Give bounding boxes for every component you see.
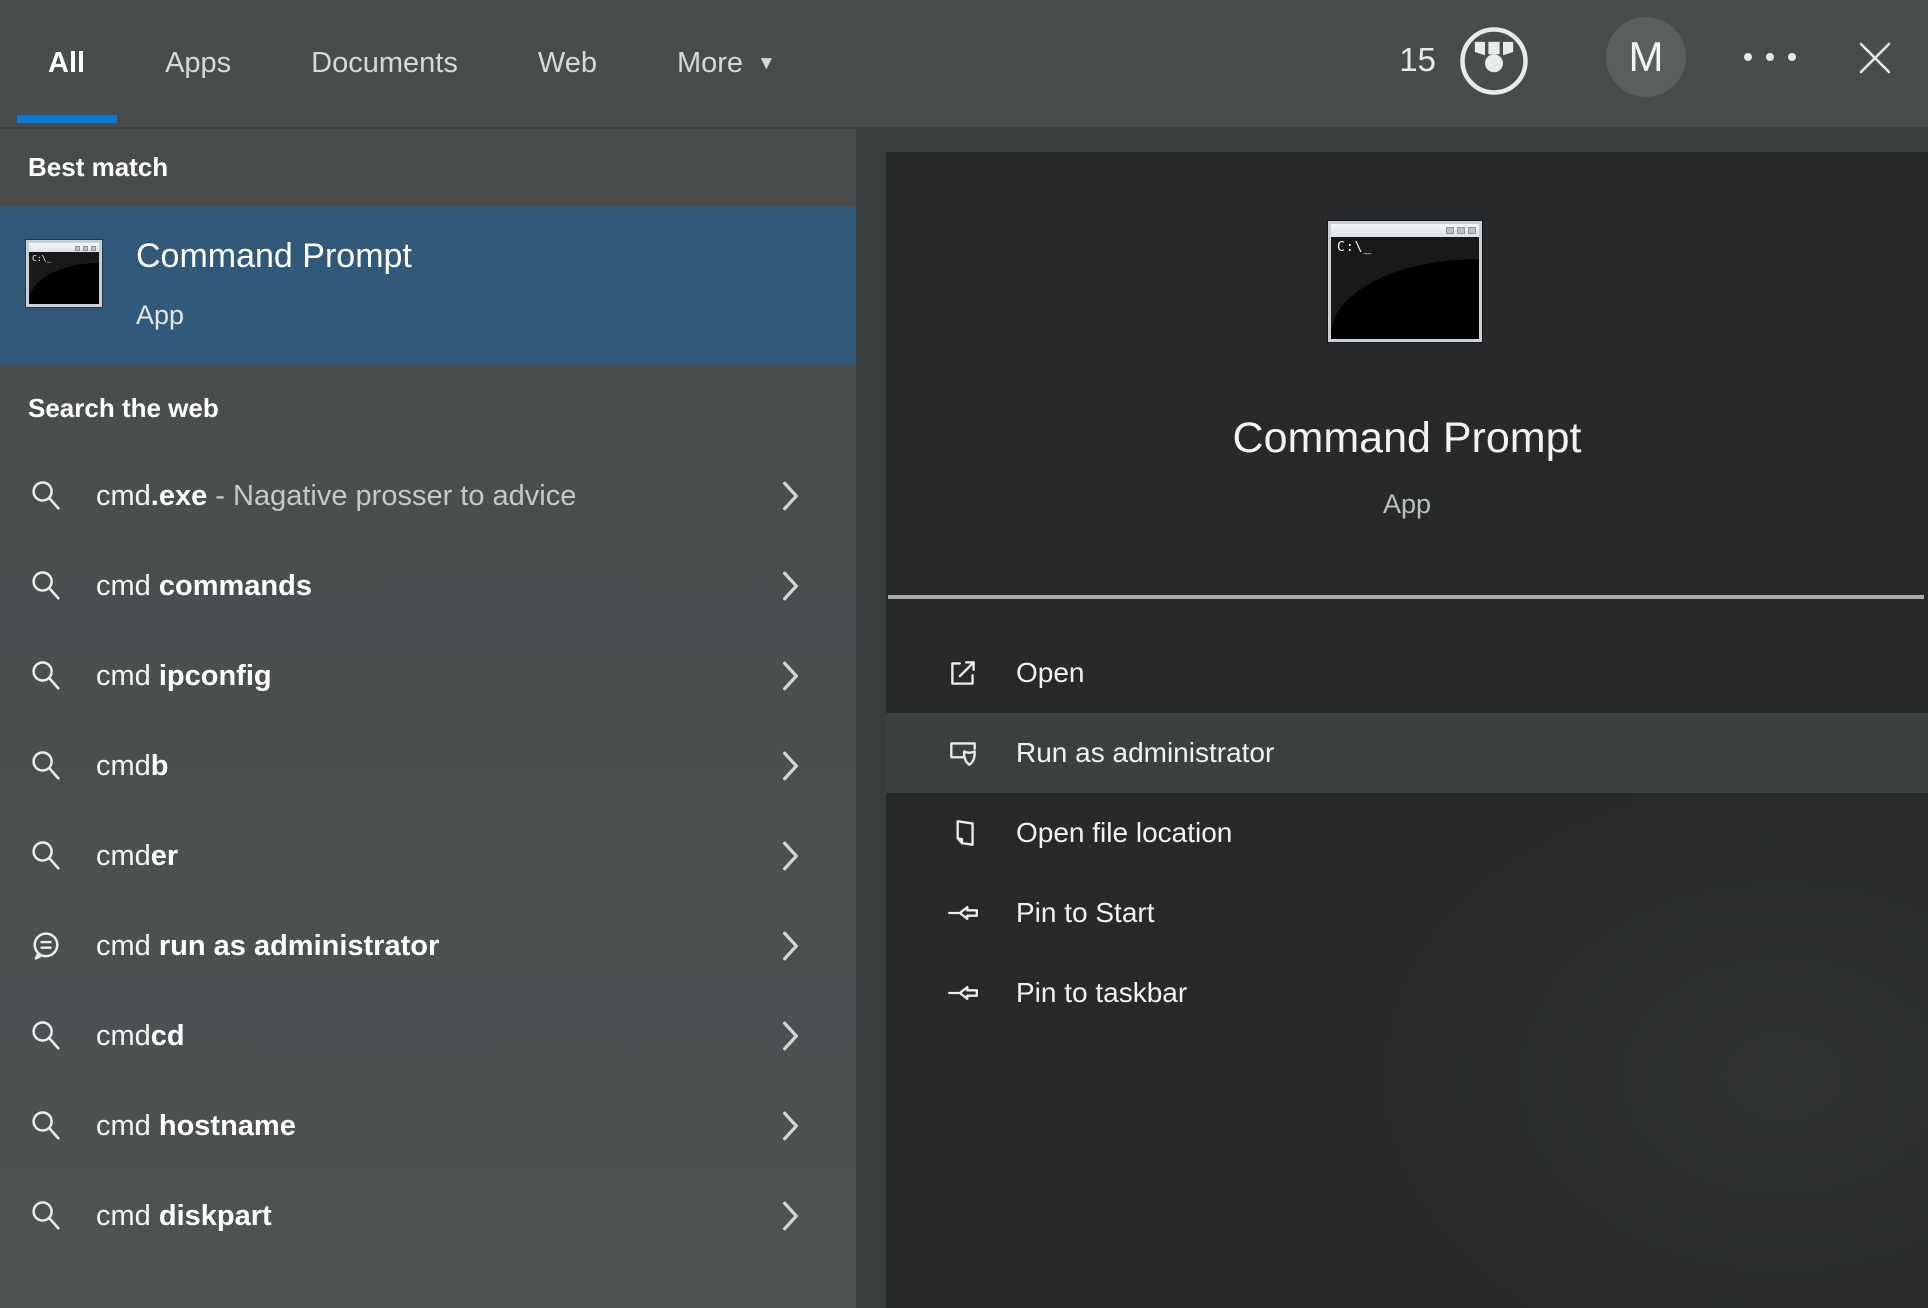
chat-suggestion-icon [28,928,64,964]
search-icon [28,1108,64,1144]
chevron-right-icon [780,929,802,963]
suggestion-text: cmd commands [96,570,312,603]
pin-icon [946,896,980,930]
suggestion-cmdb[interactable]: cmdb [0,721,856,811]
preview-app-title: Command Prompt [886,414,1928,463]
suggestion-cmder[interactable]: cmder [0,811,856,901]
chevron-right-icon [780,1109,802,1143]
filter-tabs: All Apps Documents Web More ▼ [44,0,780,127]
action-pin-to-taskbar[interactable]: Pin to taskbar [886,953,1928,1033]
suggestion-cmd-commands[interactable]: cmd commands [0,541,856,631]
action-label: Open [1016,657,1085,689]
best-match-header: Best match [28,152,168,183]
suggestion-text: cmd hostname [96,1110,296,1143]
tab-all[interactable]: All [44,0,89,127]
action-open-file-location[interactable]: Open file location [886,793,1928,873]
admin-shield-icon [946,736,980,770]
tab-web[interactable]: Web [534,0,601,127]
web-suggestions-list: cmd.exe - Nagative prosser to advice cmd… [0,451,856,1261]
pin-icon [946,976,980,1010]
suggestion-cmd-ipconfig[interactable]: cmd ipconfig [0,631,856,721]
search-icon [28,478,64,514]
search-icon [28,658,64,694]
action-label: Pin to taskbar [1016,977,1187,1009]
tab-documents[interactable]: Documents [307,0,462,127]
suggestion-cmd-diskpart[interactable]: cmd diskpart [0,1171,856,1261]
suggestion-cmd-exe[interactable]: cmd.exe - Nagative prosser to advice [0,451,856,541]
suggestion-cmdcd[interactable]: cmdcd [0,991,856,1081]
action-label: Pin to Start [1016,897,1155,929]
chevron-down-icon: ▼ [757,53,776,75]
chevron-right-icon [780,569,802,603]
command-prompt-icon-large: C:\_ [1328,221,1482,342]
close-icon[interactable] [1855,38,1895,78]
command-prompt-icon: C:\_ [26,240,102,307]
suggestion-text: cmd diskpart [96,1200,272,1233]
action-open[interactable]: Open [886,633,1928,713]
suggestion-text: cmder [96,840,178,873]
best-match-result-command-prompt[interactable]: C:\_ Command Prompt App [0,207,856,365]
suggestion-cmd-run-as-administrator[interactable]: cmd run as administrator [0,901,856,991]
avatar-initial: M [1629,33,1664,81]
tab-label: All [48,47,85,80]
search-icon [28,568,64,604]
suggestion-text: cmd ipconfig [96,660,272,693]
suggestion-text: cmdb [96,750,169,783]
chevron-right-icon [780,659,802,693]
tab-label: Web [538,47,597,80]
suggestion-text: cmd.exe - Nagative prosser to advice [96,480,576,513]
search-icon [28,748,64,784]
tab-label: Apps [165,47,231,80]
best-match-title: Command Prompt [136,237,412,276]
chevron-right-icon [780,749,802,783]
preview-app-type: App [886,489,1928,520]
action-label: Run as administrator [1016,737,1274,769]
action-pin-to-start[interactable]: Pin to Start [886,873,1928,953]
action-label: Open file location [1016,817,1232,849]
preview-pane: C:\_ Command Prompt App Open Run as admi… [886,152,1928,1308]
search-icon [28,1018,64,1054]
tab-more[interactable]: More ▼ [673,0,780,127]
tab-label: Documents [311,47,458,80]
action-run-as-administrator[interactable]: Run as administrator [886,713,1928,793]
suggestion-cmd-hostname[interactable]: cmd hostname [0,1081,856,1171]
search-the-web-header: Search the web [28,393,219,424]
chevron-right-icon [780,479,802,513]
file-location-icon [946,816,980,850]
tab-label: More [677,47,743,80]
suggestion-text: cmdcd [96,1020,185,1053]
more-options-ellipsis-icon[interactable] [1744,47,1796,67]
chevron-right-icon [780,1019,802,1053]
suggestion-text: cmd run as administrator [96,930,439,963]
terminal-prompt-text: C:\_ [1337,240,1372,255]
rewards-medal-icon[interactable] [1458,25,1530,97]
chevron-right-icon [780,839,802,873]
search-top-bar: All Apps Documents Web More ▼ 15 M [0,0,1928,129]
account-avatar[interactable]: M [1606,17,1686,97]
tab-apps[interactable]: Apps [161,0,235,127]
search-icon [28,1198,64,1234]
rewards-points-count: 15 [1399,41,1436,79]
launch-icon [946,656,980,690]
search-icon [28,838,64,874]
chevron-right-icon [780,1199,802,1233]
terminal-prompt-text: C:\_ [32,254,51,263]
search-results-panel: Best match C:\_ Command Prompt App Searc… [0,129,856,1308]
best-match-type: App [136,300,184,331]
app-actions-list: Open Run as administrator Open file loca… [886,633,1928,1033]
divider [888,595,1924,599]
